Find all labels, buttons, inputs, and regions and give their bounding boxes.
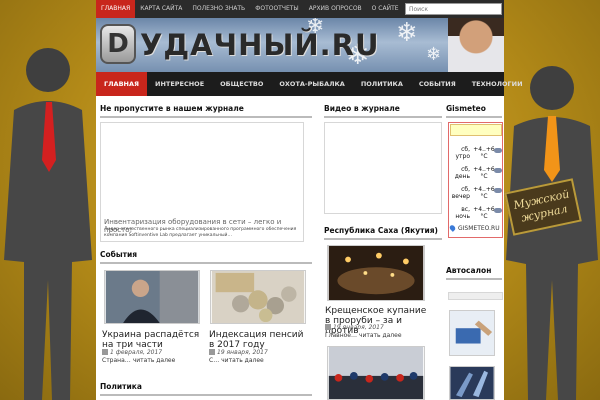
gismeteo-link[interactable]: GISMETEO.RU <box>448 224 500 232</box>
video-player[interactable] <box>324 122 442 214</box>
nav-hunting-fishing[interactable]: ОХОТА-РЫБАЛКА <box>271 72 352 96</box>
gismeteo-heading: Gismeteo <box>446 104 502 118</box>
featured-description: Лидер отечественного рынка специализиров… <box>104 227 297 238</box>
main-nav: ГЛАВНАЯ ИНТЕРЕСНОЕ ОБЩЕСТВО ОХОТА-РЫБАЛК… <box>96 72 523 96</box>
cloud-icon <box>494 148 502 153</box>
video-heading: Видео в журнале <box>324 104 442 118</box>
weather-widget <box>448 122 503 238</box>
top-nav-useful[interactable]: Полезно знать <box>187 0 250 18</box>
nav-society[interactable]: ОБЩЕСТВО <box>212 72 271 96</box>
news-excerpt: Главное… читать далее <box>325 332 402 339</box>
news-excerpt: Страна… читать далее <box>102 357 176 364</box>
snowflake-icon: ❄ <box>396 18 418 48</box>
site-header: ❄ ❄ ❄ ❄ D УДАЧНЫЙ.RU <box>96 18 504 72</box>
news-image-ukraine[interactable] <box>104 270 200 324</box>
news-date: 1 февраля, 2017 <box>102 349 162 357</box>
weather-widget-header <box>450 124 502 136</box>
nav-events[interactable]: СОБЫТИЯ <box>411 72 464 96</box>
top-nav-polls-archive[interactable]: Архив опросов <box>304 0 367 18</box>
news-image-pensions[interactable] <box>210 270 306 324</box>
politics-heading: Политика <box>100 382 312 396</box>
news-title[interactable]: Украина распадётся на три части <box>102 330 206 350</box>
news-image-crowd[interactable] <box>327 346 425 400</box>
news-image-ice-bath[interactable] <box>327 245 425 301</box>
nav-interesting[interactable]: ИНТЕРЕСНОЕ <box>147 72 212 96</box>
droplet-icon <box>448 224 457 232</box>
featured-heading: Не пропустите в нашем журнале <box>100 104 312 118</box>
news-excerpt: С… читать далее <box>209 357 264 364</box>
autosalon-image[interactable] <box>449 366 495 400</box>
top-nav-photo-reports[interactable]: Фотоотчеты <box>250 0 304 18</box>
yakutia-heading: Республика Саха (Якутия) <box>324 226 442 240</box>
top-bar: Главная Карта сайта Полезно знать Фотоот… <box>96 0 504 18</box>
top-nav-sitemap[interactable]: Карта сайта <box>135 0 187 18</box>
top-nav-about[interactable]: О сайте <box>367 0 404 18</box>
news-title[interactable]: Индексация пенсий в 2017 году <box>209 330 309 350</box>
nav-technology[interactable]: ТЕХНОЛОГИИ <box>464 72 531 96</box>
header-portrait <box>448 18 504 72</box>
read-more-link[interactable]: читать далее <box>221 357 264 364</box>
autosalon-image[interactable] <box>449 310 495 356</box>
cloud-icon <box>494 208 502 213</box>
calendar-icon <box>325 324 331 330</box>
cloud-icon <box>494 188 502 193</box>
read-more-link[interactable]: читать далее <box>359 332 402 339</box>
site-logo-text[interactable]: УДАЧНЫЙ.RU <box>140 28 380 62</box>
autosalon-bar <box>448 292 503 300</box>
autosalon-heading: Автосалон <box>446 266 502 280</box>
calendar-icon <box>102 349 108 355</box>
read-more-link[interactable]: читать далее <box>133 357 176 364</box>
news-date: 19 января, 2017 <box>325 324 384 332</box>
nav-home[interactable]: ГЛАВНАЯ <box>96 72 148 96</box>
cloud-icon <box>494 168 502 173</box>
events-heading: События <box>100 250 312 264</box>
snowflake-icon: ❄ <box>426 44 442 65</box>
nav-politics[interactable]: ПОЛИТИКА <box>353 72 411 96</box>
logo-badge[interactable]: D <box>100 24 136 64</box>
top-nav-home[interactable]: Главная <box>96 0 136 18</box>
search-input[interactable] <box>405 3 502 15</box>
news-date: 19 января, 2017 <box>209 349 268 357</box>
top-nav: Главная Карта сайта Полезно знать Фотоот… <box>96 0 448 18</box>
businessman-silhouette-left <box>4 48 92 400</box>
calendar-icon <box>209 349 215 355</box>
